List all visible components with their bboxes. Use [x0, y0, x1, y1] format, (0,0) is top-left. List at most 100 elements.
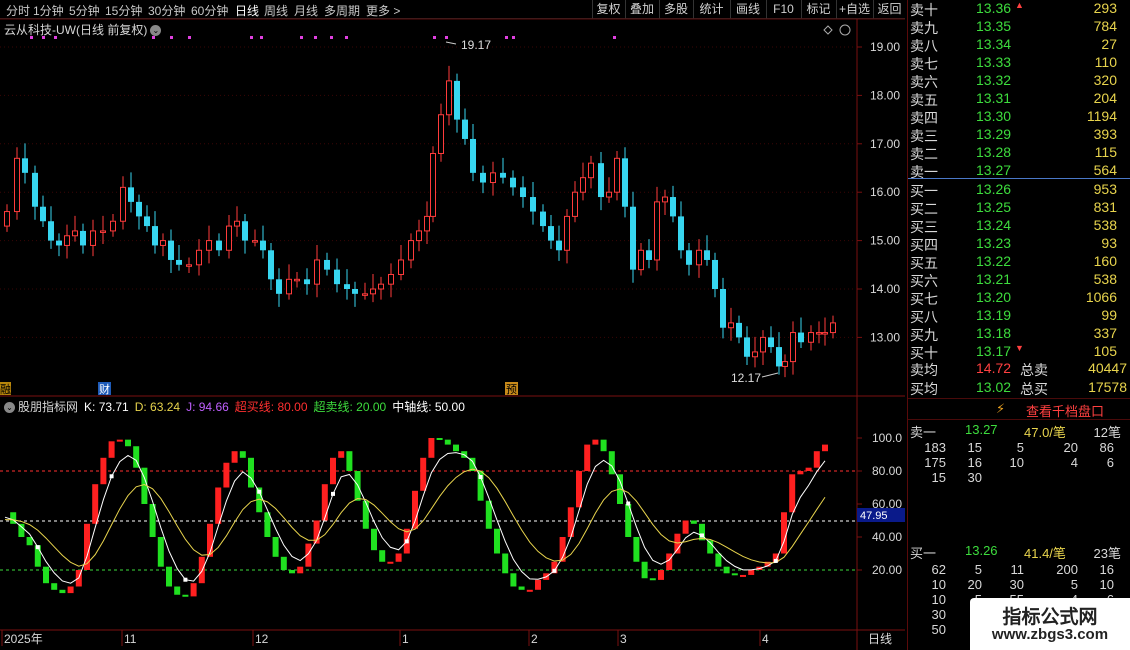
ask-volume: 564	[1093, 162, 1117, 178]
k-marker	[35, 545, 40, 550]
bid-row[interactable]: 买八 13.19 99	[908, 307, 1130, 325]
candle-body-up	[110, 220, 116, 232]
candle-body-down	[768, 337, 774, 348]
indicator-bar-down	[272, 537, 279, 557]
indicator-bar-up	[674, 533, 681, 554]
candle-body-up	[226, 225, 232, 251]
date-tick-label: 4	[762, 632, 769, 646]
diamond-icon[interactable]	[823, 25, 833, 35]
bid-row[interactable]: 买五 13.22 160	[908, 253, 1130, 271]
candle-body-up	[186, 264, 192, 267]
indicator-bar-up	[321, 484, 328, 521]
indicator-title: ⌄ 股朋指标网 K: 73.71 D: 63.24 J: 94.66 超买线: 80.00…	[4, 398, 471, 415]
ask-row[interactable]: 卖五 13.31 204	[908, 90, 1130, 108]
ask-row[interactable]: 卖六 13.32 320	[908, 72, 1130, 90]
ask-row[interactable]: 卖九 13.35 784	[908, 18, 1130, 36]
ask1-count: 12笔	[1093, 425, 1121, 440]
k-marker	[552, 568, 557, 573]
indicator-bar-down	[641, 561, 648, 579]
bid-row[interactable]: 买十 13.17 ▼ 105	[908, 343, 1130, 361]
bid-volume: 538	[1093, 217, 1117, 233]
signal-dot	[152, 36, 155, 39]
bid-row[interactable]: 买三 13.24 538	[908, 217, 1130, 235]
bid1-avg: 41.4/笔	[1024, 546, 1066, 561]
bid-row[interactable]: 买二 13.25 831	[908, 199, 1130, 217]
queue-order-size: 20	[967, 577, 982, 592]
bid-price: 13.19	[976, 307, 1012, 323]
signal-dot	[613, 36, 616, 39]
queue-order-size: 62	[931, 562, 946, 577]
ask-row[interactable]: 卖四 13.30 1194	[908, 108, 1130, 126]
candle-body-down	[776, 347, 782, 367]
candle-body-up	[822, 332, 828, 335]
date-tick-label: 3	[620, 632, 627, 646]
candle-body-down	[744, 337, 750, 357]
candle-body-down	[276, 279, 282, 294]
bid-volume: 160	[1093, 253, 1117, 269]
ask-level-label: 卖八	[910, 38, 938, 54]
indicator-bar-up	[584, 444, 591, 471]
chevron-down-icon[interactable]: ⌄	[4, 402, 15, 414]
k-marker	[183, 577, 188, 582]
settings-circle-icon[interactable]	[839, 24, 851, 36]
bid-row[interactable]: 买七 13.20 1066	[908, 289, 1130, 307]
candle-body-up	[662, 196, 668, 203]
candle-body-down	[344, 284, 350, 289]
candle-body-up	[252, 240, 258, 243]
total-sell-value: 40447	[1088, 360, 1127, 376]
bid-row[interactable]: 买一 13.26 953	[908, 181, 1130, 199]
indicator-bar-down	[182, 594, 189, 597]
event-marker-yu-label: 预	[506, 383, 517, 396]
candle-body-up	[160, 240, 166, 246]
bid-row[interactable]: 买六 13.21 538	[908, 271, 1130, 289]
k-marker	[700, 533, 704, 538]
ask-level-label: 卖九	[910, 20, 938, 36]
candle-body-down	[720, 289, 726, 328]
candle-body-up	[378, 283, 384, 290]
indicator-bar-down	[600, 439, 607, 452]
indicator-bar-down	[690, 520, 697, 524]
j-value: J: 94.66	[186, 400, 229, 414]
ask-row[interactable]: 卖八 13.34 27	[908, 36, 1130, 54]
indicator-bar-down	[444, 439, 451, 445]
candle-body-down	[462, 119, 468, 139]
candle-body-down	[548, 226, 554, 241]
thousand-queue-button[interactable]: 查看千档盘口	[1026, 401, 1104, 420]
candle-body-up	[752, 351, 758, 358]
candle-body-down	[40, 206, 46, 222]
signal-dot	[188, 36, 191, 39]
indicator-bar-down	[723, 566, 730, 574]
price-tick-label: 13.00	[870, 330, 900, 344]
candle-body-up	[606, 191, 612, 198]
price-tick-label: 15.00	[870, 234, 900, 248]
candle-body-up	[196, 249, 202, 266]
candle-body-up	[314, 259, 320, 285]
ask-row[interactable]: 卖七 13.33 110	[908, 54, 1130, 72]
avg-buy-row: 买均 13.02 总买 17578	[908, 379, 1130, 397]
signal-dot	[30, 36, 33, 39]
indicator-bar-up	[330, 457, 336, 485]
candle-body-down	[598, 163, 604, 198]
ask-level-label: 卖十	[910, 2, 938, 18]
candle-body-down	[686, 250, 692, 265]
indicator-bar-up	[338, 451, 345, 458]
indicator-tick-label: 80.00	[872, 464, 902, 478]
indicator-bar-up	[412, 490, 418, 529]
candle-body-up	[614, 157, 620, 193]
candle-body-down	[168, 240, 174, 260]
bid-level-label: 买二	[910, 201, 938, 217]
queue-order-size: 183	[924, 440, 946, 455]
bid-row[interactable]: 买九 13.18 337	[908, 325, 1130, 343]
ask-row[interactable]: 卖二 13.28 115	[908, 144, 1130, 162]
ask-row[interactable]: 卖十 13.36 ▲ 293	[908, 0, 1130, 18]
indicator-bar-up	[576, 471, 582, 508]
signal-dot	[345, 36, 348, 39]
ask-row[interactable]: 卖三 13.29 393	[908, 126, 1130, 144]
queue-order-size: 30	[1009, 577, 1024, 592]
candle-body-down	[678, 216, 684, 251]
bid-row[interactable]: 买四 13.23 93	[908, 235, 1130, 253]
indicator-bar-up	[740, 574, 746, 577]
candle-body-down	[630, 206, 636, 270]
overbought-value: 超买线: 80.00	[234, 400, 308, 414]
indicator-bar-down	[264, 512, 271, 537]
